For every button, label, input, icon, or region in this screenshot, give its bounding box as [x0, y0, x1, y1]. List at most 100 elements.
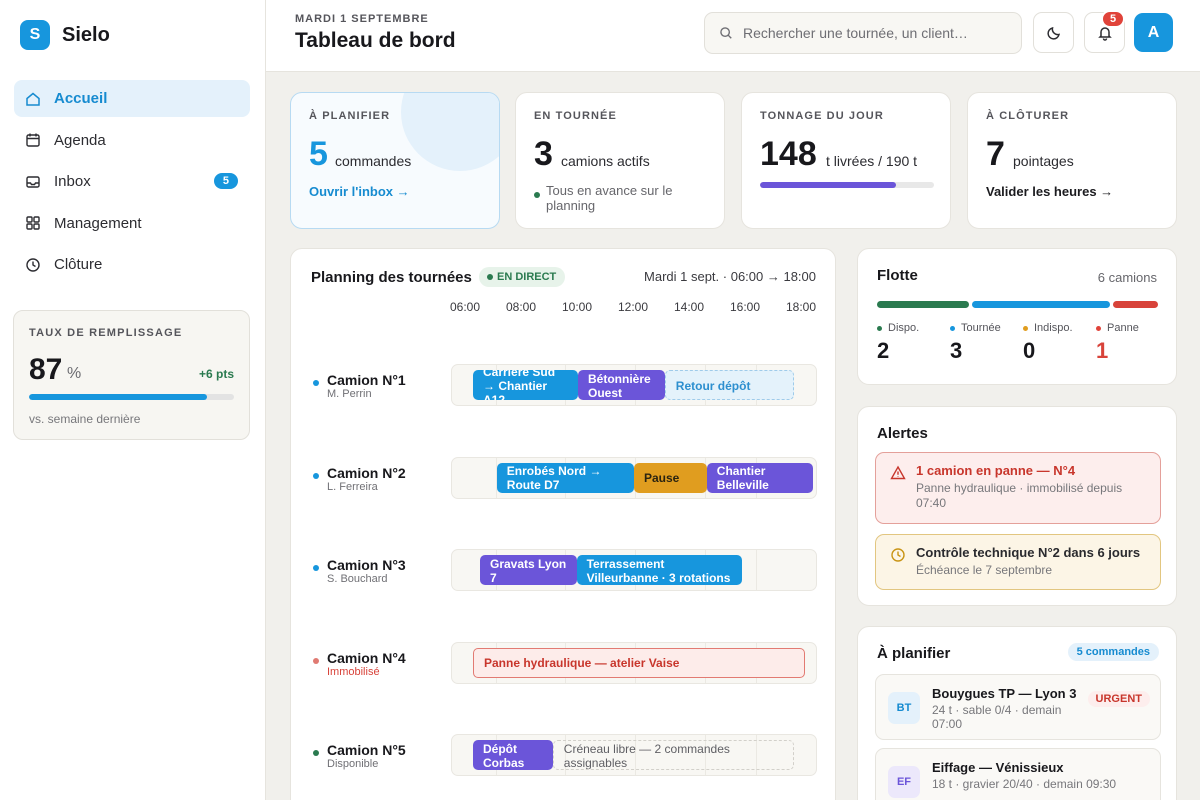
sidebar-item-cloture[interactable]: Clôture	[14, 246, 250, 283]
search-input[interactable]	[743, 25, 1003, 41]
tour-segment[interactable]: Bétonnière Ouest	[578, 370, 665, 400]
truck-name[interactable]: Camion N°1	[327, 372, 406, 388]
timeline-hour-label: 16:00	[729, 300, 761, 314]
fleet-stat-text: Dispo.	[888, 322, 920, 334]
open-inbox-link[interactable]: Ouvrir l'inbox →	[309, 184, 410, 199]
kpi-title: À CLÔTURER	[986, 110, 1070, 122]
sidebar-item-inbox[interactable]: Inbox 5	[14, 163, 250, 200]
truck-timeline-track[interactable]: Enrobés Nord → Route D7 Pause Chantier Bel…	[451, 456, 817, 499]
brand[interactable]: S Sielo	[20, 20, 110, 50]
tour-segment[interactable]: Créneau libre — 2 commandes assignables	[552, 740, 794, 770]
order-client: Bouygues TP — Lyon 3	[932, 686, 1077, 701]
fleet-stat: Indispo. 0	[1023, 322, 1073, 364]
fleet-stat-label: Tournée	[950, 322, 1001, 334]
kpi-title: À PLANIFIER	[309, 110, 391, 122]
top-header: MARDI 1 SEPTEMBRE Tableau de bord 5 A	[266, 0, 1200, 72]
notifications-button[interactable]: 5	[1084, 10, 1126, 53]
clock-icon	[891, 548, 905, 562]
kpi-unit: camions actifs	[561, 153, 650, 169]
truck-name[interactable]: Camion N°3	[327, 557, 406, 573]
sidebar-item-label: Agenda	[54, 131, 106, 149]
fleet-status-dot	[950, 325, 955, 331]
truck-name[interactable]: Camion N°4	[327, 650, 406, 666]
truck-name[interactable]: Camion N°5	[327, 742, 406, 758]
fleet-stat-text: Indispo.	[1034, 322, 1073, 334]
tonnage-progress	[760, 182, 934, 188]
truck-timeline-track[interactable]: Dépôt Corbas Créneau libre — 2 commandes …	[451, 734, 817, 776]
fleet-stat-value: 3	[950, 338, 963, 363]
alert-title: Contrôle technique N°2 dans 6 jours	[916, 545, 1141, 560]
truck-driver: M. Perrin	[327, 388, 372, 400]
fleet-stat-label: Indispo.	[1023, 322, 1073, 334]
tour-segment[interactable]: Carrière Sud → Chantier A12	[473, 370, 578, 400]
truck-status-dot	[313, 380, 319, 386]
fill-rate-value: 87	[29, 353, 63, 386]
fleet-status-dot	[877, 325, 882, 331]
to-plan-count-badge: 5 commandes	[1067, 643, 1159, 661]
alerts-panel: Alertes 1 camion en panne — N°4 Panne hy…	[857, 406, 1177, 606]
planning-range: Mardi 1 sept. · 06:00 → 18:00	[644, 269, 816, 284]
alert-inspection[interactable]: Contrôle technique N°2 dans 6 jours Éché…	[875, 534, 1161, 590]
tour-segment[interactable]: Panne hydraulique — atelier Vaise	[473, 647, 805, 678]
truck-status-dot	[313, 750, 319, 756]
tour-segment[interactable]: Dépôt Corbas	[473, 740, 553, 770]
theme-toggle-button[interactable]	[1033, 12, 1074, 53]
timeline-hour-label: 12:00	[617, 300, 649, 314]
timeline-hour-label: 14:00	[673, 300, 705, 314]
tour-segment[interactable]: Pause	[634, 462, 707, 493]
tour-segment[interactable]: Gravats Lyon 7	[480, 555, 577, 585]
planning-title: Planning des tournées	[311, 269, 472, 286]
live-badge: EN DIRECT	[479, 267, 566, 287]
truck-name[interactable]: Camion N°2	[327, 465, 406, 481]
order-detail: 24 t · sable 0/4 · demain 07:00	[932, 703, 1062, 731]
status-dot	[534, 192, 540, 198]
tonnage-progress-fill	[760, 182, 896, 188]
client-avatar: BT	[888, 692, 920, 724]
main-nav: Accueil Agenda Inbox 5 Management Clôtur…	[14, 80, 250, 288]
order-card[interactable]: BT Bouygues TP — Lyon 3 24 t · sable 0/4…	[875, 674, 1161, 740]
fill-rate-card: TAUX DE REMPLISSAGE 87 % +6 pts vs. sema…	[13, 310, 250, 440]
sidebar-item-agenda[interactable]: Agenda	[14, 122, 250, 159]
truck-timeline-track[interactable]: Gravats Lyon 7 Terrassement Villeurbanne …	[451, 549, 817, 591]
search-box[interactable]	[704, 12, 1022, 54]
alert-breakdown[interactable]: 1 camion en panne — N°4 Panne hydrauliqu…	[875, 452, 1161, 524]
kpi-value: 5	[309, 135, 328, 173]
fleet-bar-on-tour	[972, 301, 1110, 308]
inbox-icon	[25, 174, 41, 190]
calendar-icon	[25, 132, 41, 148]
alerts-title: Alertes	[877, 425, 928, 442]
sidebar: S Sielo Accueil Agenda Inbox 5 Managemen…	[0, 0, 266, 800]
sidebar-item-label: Accueil	[54, 90, 108, 107]
user-avatar[interactable]: A	[1134, 13, 1173, 52]
truck-driver: Disponible	[327, 758, 379, 770]
fleet-bar-down	[1113, 301, 1158, 308]
truck-timeline-track[interactable]: Panne hydraulique — atelier Vaise	[451, 641, 817, 684]
page-title: Tableau de bord	[295, 29, 456, 52]
to-plan-panel: À planifier 5 commandes BT Bouygues TP —…	[857, 626, 1177, 800]
alert-title: 1 camion en panne — N°4	[916, 463, 1076, 478]
fill-rate-delta: +6 pts	[198, 367, 234, 381]
alert-detail: Échéance le 7 septembre	[916, 563, 1053, 577]
truck-driver: Immobilisé	[327, 665, 380, 678]
timeline-hour-label: 06:00	[449, 300, 481, 314]
sidebar-item-management[interactable]: Management	[14, 205, 250, 242]
sidebar-item-label: Clôture	[54, 256, 103, 273]
truck-status-dot	[313, 472, 319, 479]
order-card[interactable]: EF Eiffage — Vénissieux 18 t · gravier 2…	[875, 748, 1161, 800]
sidebar-item-accueil[interactable]: Accueil	[14, 80, 250, 117]
live-dot	[487, 274, 493, 280]
validate-hours-link[interactable]: Valider les heures →	[986, 184, 1113, 199]
live-label: EN DIRECT	[497, 271, 557, 283]
kpi-title: EN TOURNÉE	[534, 110, 617, 122]
kpi-unit: pointages	[1013, 153, 1074, 169]
fill-rate-progress-fill	[29, 394, 208, 400]
warning-icon	[890, 465, 906, 480]
fleet-stat-text: Panne	[1107, 322, 1139, 334]
kpi-card-on-tour: EN TOURNÉE 3 camions actifs Tous en avan…	[515, 92, 725, 229]
tour-segment[interactable]: Retour dépôt	[664, 370, 794, 400]
tour-segment[interactable]: Enrobés Nord → Route D7	[496, 462, 634, 493]
tour-segment[interactable]: Chantier Belleville	[706, 462, 814, 493]
search-icon	[720, 27, 732, 39]
tour-segment[interactable]: Terrassement Villeurbanne · 3 rotations	[576, 555, 742, 585]
truck-timeline-track[interactable]: Carrière Sud → Chantier A12 Bétonnière Ou…	[451, 364, 817, 406]
